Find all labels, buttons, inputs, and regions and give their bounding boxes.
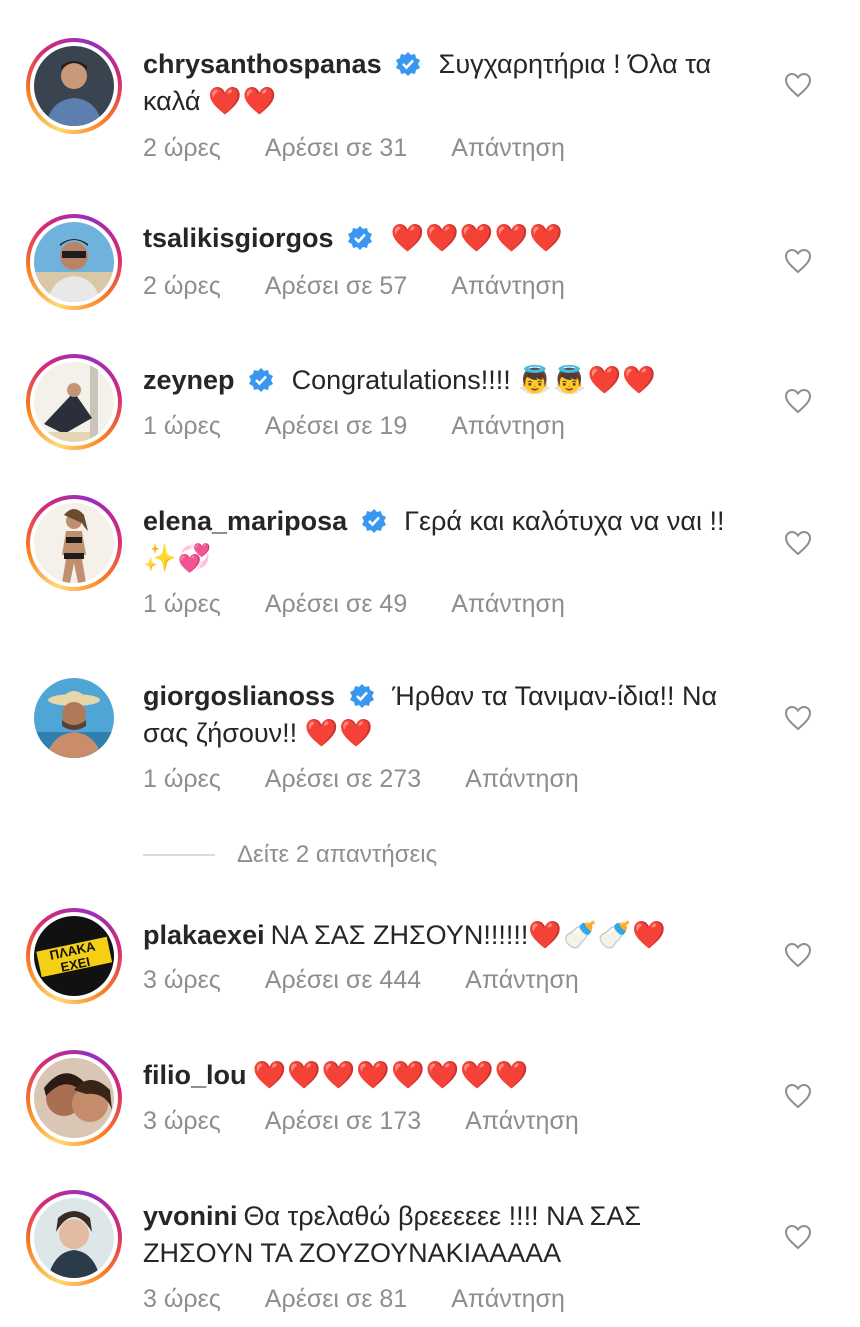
comment-meta: 1 ώρες Αρέσει σε 49 Απάντηση [143, 590, 609, 619]
timestamp: 2 ώρες [143, 272, 221, 300]
heart-outline-icon[interactable] [784, 1083, 812, 1109]
comment-emoji: ❤️❤️❤️❤️❤️❤️❤️❤️ [252, 1060, 530, 1090]
reply-button[interactable]: Απάντηση [451, 272, 565, 300]
comment-emoji: ❤️🍼🍼❤️ [528, 920, 667, 950]
comment-body: Congratulations!!!! [291, 365, 519, 395]
reply-button[interactable]: Απάντηση [465, 966, 579, 994]
username[interactable]: yvonini [143, 1201, 238, 1231]
timestamp: 1 ώρες [143, 590, 221, 618]
likes-count[interactable]: Αρέσει σε 19 [265, 412, 407, 440]
username[interactable]: chrysanthospanas [143, 49, 382, 79]
avatar[interactable] [26, 38, 122, 134]
timestamp: 3 ώρες [143, 966, 221, 994]
username[interactable]: filio_lou [143, 1060, 247, 1090]
likes-count[interactable]: Αρέσει σε 173 [265, 1107, 421, 1135]
avatar-image: ΠΛΑΚΑ ΕΧΕΙ [34, 916, 114, 996]
avatar[interactable] [26, 495, 122, 591]
avatar-image [34, 678, 114, 758]
comment-emoji: ❤️❤️❤️❤️❤️ [390, 223, 564, 253]
username[interactable]: elena_mariposa [143, 506, 347, 536]
likes-count[interactable]: Αρέσει σε 49 [265, 590, 407, 618]
timestamp: 1 ώρες [143, 765, 221, 793]
avatar-image [34, 46, 114, 126]
likes-count[interactable]: Αρέσει σε 57 [265, 272, 407, 300]
comment-text: chrysanthospanas Συγχαρητήρια ! Όλα τα κ… [143, 46, 743, 120]
comment-meta: 3 ώρες Αρέσει σε 173 Απάντηση [143, 1107, 623, 1136]
comment-emoji: ✨💞 [143, 543, 213, 573]
comment-emoji: ❤️❤️ [304, 718, 374, 748]
likes-count[interactable]: Αρέσει σε 31 [265, 134, 407, 162]
divider-line [143, 854, 215, 856]
username[interactable]: plakaexei [143, 920, 265, 950]
comment-text: filio_lou ❤️❤️❤️❤️❤️❤️❤️❤️ [143, 1057, 743, 1094]
comment-meta: 3 ώρες Αρέσει σε 444 Απάντηση [143, 966, 623, 995]
verified-badge-icon [248, 367, 274, 393]
timestamp: 3 ώρες [143, 1107, 221, 1135]
username[interactable]: tsalikisgiorgos [143, 223, 334, 253]
avatar[interactable] [26, 214, 122, 310]
comment-body: Γερά και καλότυχα να ναι !! [404, 506, 725, 536]
likes-count[interactable]: Αρέσει σε 81 [265, 1285, 407, 1313]
heart-outline-icon[interactable] [784, 72, 812, 98]
verified-badge-icon [361, 508, 387, 534]
reply-button[interactable]: Απάντηση [451, 134, 565, 162]
avatar-image [34, 1058, 114, 1138]
avatar[interactable] [26, 670, 122, 766]
likes-count[interactable]: Αρέσει σε 273 [265, 765, 421, 793]
likes-count[interactable]: Αρέσει σε 444 [265, 966, 421, 994]
comment-meta: 2 ώρες Αρέσει σε 57 Απάντηση [143, 272, 609, 301]
username[interactable]: zeynep [143, 365, 235, 395]
avatar[interactable] [26, 354, 122, 450]
comment-text: elena_mariposa Γερά και καλότυχα να ναι … [143, 503, 743, 577]
heart-outline-icon[interactable] [784, 1224, 812, 1250]
avatar[interactable] [26, 1190, 122, 1286]
timestamp: 2 ώρες [143, 134, 221, 162]
verified-badge-icon [395, 51, 421, 77]
comment-text: plakaexei ΝΑ ΣΑΣ ΖΗΣΟΥΝ!!!!!!❤️🍼🍼❤️ [143, 917, 743, 954]
comment-text: zeynep Congratulations!!!! 👼👼❤️❤️ [143, 362, 743, 399]
avatar[interactable] [26, 1050, 122, 1146]
view-replies-button[interactable]: Δείτε 2 απαντήσεις [143, 840, 437, 870]
comment-text: giorgoslianoss Ήρθαν τα Τανιμαν-ίδια!! Ν… [143, 678, 743, 752]
comment-text: yvonini Θα τρελαθώ βρεεεεεε !!!! ΝΑ ΣΑΣ Ζ… [143, 1198, 743, 1272]
comment-emoji: 👼👼❤️❤️ [518, 365, 657, 395]
avatar-image [34, 1198, 114, 1278]
username[interactable]: giorgoslianoss [143, 681, 335, 711]
reply-button[interactable]: Απάντηση [465, 1107, 579, 1135]
reply-button[interactable]: Απάντηση [451, 1285, 565, 1313]
comment-body: ΝΑ ΣΑΣ ΖΗΣΟΥΝ!!!!!! [270, 920, 529, 950]
avatar[interactable]: ΠΛΑΚΑ ΕΧΕΙ [26, 908, 122, 1004]
verified-badge-icon [347, 225, 373, 251]
reply-button[interactable]: Απάντηση [451, 590, 565, 618]
comment-meta: 1 ώρες Αρέσει σε 273 Απάντηση [143, 765, 623, 794]
avatar-image [34, 503, 114, 583]
heart-outline-icon[interactable] [784, 705, 812, 731]
verified-badge-icon [349, 683, 375, 709]
timestamp: 1 ώρες [143, 412, 221, 440]
comment-text: tsalikisgiorgos ❤️❤️❤️❤️❤️ [143, 220, 743, 257]
view-replies-label: Δείτε 2 απαντήσεις [237, 841, 438, 868]
heart-outline-icon[interactable] [784, 388, 812, 414]
avatar-image [34, 222, 114, 302]
avatar-image [34, 362, 114, 442]
comment-meta: 1 ώρες Αρέσει σε 19 Απάντηση [143, 412, 609, 441]
heart-outline-icon[interactable] [784, 248, 812, 274]
timestamp: 3 ώρες [143, 1285, 221, 1313]
reply-button[interactable]: Απάντηση [465, 765, 579, 793]
comment-meta: 3 ώρες Αρέσει σε 81 Απάντηση [143, 1285, 609, 1314]
reply-button[interactable]: Απάντηση [451, 412, 565, 440]
heart-outline-icon[interactable] [784, 530, 812, 556]
comment-emoji: ❤️❤️ [207, 86, 278, 116]
comment-meta: 2 ώρες Αρέσει σε 31 Απάντηση [143, 134, 609, 163]
heart-outline-icon[interactable] [784, 942, 812, 968]
